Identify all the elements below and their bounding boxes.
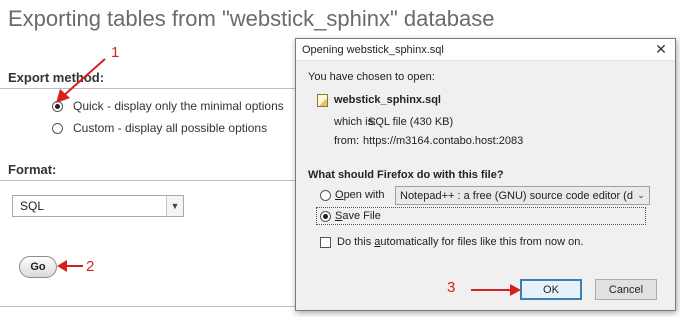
chosen-text: You have chosen to open:	[308, 71, 435, 83]
chevron-down-icon[interactable]: ⌄	[633, 190, 649, 201]
close-icon[interactable]: ✕	[653, 41, 669, 58]
annotation-number-1: 1	[111, 44, 120, 61]
from-value: https://m3164.contabo.host:2083	[363, 135, 524, 147]
chevron-down-icon[interactable]: ▼	[166, 196, 183, 216]
annotation-arrow-3	[471, 284, 521, 296]
custom-option-label: Custom - display all possible options	[73, 121, 268, 135]
annotation-arrow-2	[57, 260, 83, 272]
auto-action-checkbox[interactable]	[320, 236, 331, 248]
question-text: What should Firefox do with this file?	[308, 169, 504, 181]
file-icon	[317, 94, 328, 107]
open-with-radio[interactable]	[320, 189, 331, 201]
auto-action-option[interactable]: Do this automatically for files like thi…	[320, 236, 583, 248]
file-name: webstick_sphinx.sql	[334, 94, 441, 106]
save-file-label: Save File	[335, 210, 381, 222]
which-is-value: SQL file (430 KB)	[368, 116, 454, 128]
annotation-number-3: 3	[447, 279, 456, 296]
from-label: from:	[334, 135, 360, 147]
auto-action-label: Do this automatically for files like thi…	[337, 236, 584, 248]
annotation-number-2: 2	[86, 258, 95, 275]
divider	[0, 88, 300, 89]
page-title: Exporting tables from "webstick_sphinx" …	[8, 6, 495, 31]
open-with-label: Open with	[335, 189, 385, 201]
divider	[0, 180, 300, 181]
custom-radio[interactable]	[52, 122, 63, 134]
format-select[interactable]: SQL ▼	[12, 195, 184, 217]
divider	[0, 306, 300, 307]
open-file-dialog: Opening webstick_sphinx.sql ✕ You have c…	[295, 38, 676, 311]
open-with-app-select[interactable]: Notepad++ : a free (GNU) source code edi…	[395, 186, 650, 205]
dialog-titlebar: Opening webstick_sphinx.sql ✕	[296, 39, 675, 61]
go-button[interactable]: Go	[19, 256, 57, 278]
format-label: Format:	[8, 162, 57, 177]
ok-button[interactable]: OK	[520, 279, 582, 300]
open-with-option[interactable]: Open with	[320, 189, 385, 201]
dialog-title: Opening webstick_sphinx.sql	[302, 43, 444, 56]
cancel-button[interactable]: Cancel	[595, 279, 657, 300]
save-file-radio[interactable]	[320, 210, 331, 222]
open-with-app-value: Notepad++ : a free (GNU) source code edi…	[400, 189, 633, 202]
format-select-value: SQL	[20, 199, 45, 213]
save-file-option[interactable]: Save File	[320, 210, 381, 222]
annotation-arrow-1	[56, 58, 106, 103]
custom-option[interactable]: Custom - display all possible options	[52, 121, 267, 135]
